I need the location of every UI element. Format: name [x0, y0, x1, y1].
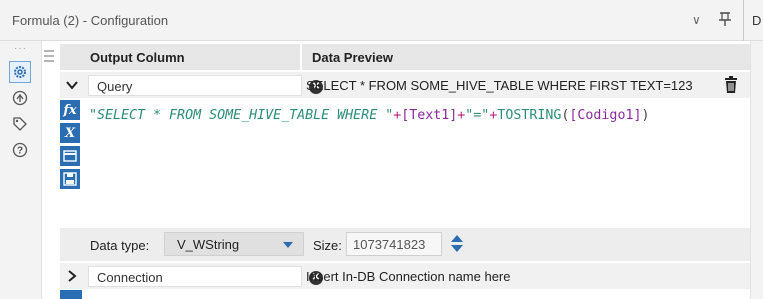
vertical-scrollbar[interactable] [750, 41, 763, 299]
header-data-preview: Data Preview [312, 50, 393, 65]
dropdown-arrow-icon[interactable] [283, 242, 293, 248]
header-divider [300, 44, 302, 70]
data-type-bar: Data type: V_WString Size: 1073741823 [60, 228, 750, 261]
expr-field-reference: [Codigo1] [569, 108, 642, 123]
output-column-name-value: Connection [97, 270, 163, 285]
gear-icon[interactable] [9, 61, 31, 83]
expression-text[interactable]: "SELECT * FROM SOME_HIVE_TABLE WHERE "+[… [89, 108, 649, 123]
save-icon[interactable] [60, 169, 80, 189]
expand-chevron-icon[interactable] [60, 263, 84, 289]
size-input[interactable]: 1073741823 [346, 232, 442, 256]
stepper-down-icon[interactable] [451, 245, 463, 252]
title-divider [743, 0, 744, 41]
config-sidebar: ··· ? [0, 41, 42, 299]
stepper-up-icon[interactable] [451, 235, 463, 242]
expr-paren: ) [641, 108, 650, 123]
trash-icon[interactable] [724, 76, 738, 97]
table-row[interactable]: Connection ✕ Insert In-DB Connection nam… [60, 263, 750, 289]
expression-editor[interactable]: fx X "SELECT * FROM SOME_HIVE_TABLE WHER… [60, 98, 750, 228]
data-type-dropdown[interactable]: V_WString [164, 232, 304, 256]
title-bar: Formula (2) - Configuration ∨ D [0, 0, 763, 41]
sidebar-grip: ··· [14, 43, 27, 54]
header-output-column: Output Column [90, 50, 185, 65]
help-icon[interactable]: ? [9, 139, 31, 161]
output-column-name-input[interactable]: Connection ✕ [88, 266, 323, 287]
expr-field-reference: [Text1] [401, 108, 458, 123]
data-type-label: Data type: [90, 238, 150, 253]
tag-icon[interactable] [9, 113, 31, 135]
data-type-value: V_WString [177, 237, 240, 252]
size-stepper[interactable] [446, 233, 468, 255]
data-preview-value: Insert In-DB Connection name here [306, 269, 511, 284]
size-value: 1073741823 [353, 237, 426, 252]
pin-icon[interactable] [718, 11, 732, 31]
table-header: Output Column Data Preview [60, 44, 750, 70]
variable-icon[interactable]: X [60, 123, 80, 143]
table-icon[interactable] [60, 146, 80, 166]
next-row-toolbar-stub [60, 290, 82, 299]
adjacent-panel-label: D [752, 13, 762, 28]
size-label: Size: [313, 238, 342, 253]
expr-string-literal: "=" [465, 108, 490, 123]
function-icon[interactable]: fx [60, 100, 80, 120]
expr-string-literal: "SELECT * FROM SOME_HIVE_TABLE WHERE " [89, 108, 394, 123]
chevron-down-icon[interactable]: ∨ [692, 13, 701, 27]
output-column-name-value: Query [97, 79, 133, 94]
output-column-name-input[interactable]: Query ✕ [88, 75, 323, 96]
svg-text:?: ? [17, 146, 23, 157]
anchor-icon[interactable] [9, 87, 31, 109]
expr-function-name: TOSTRING [497, 108, 562, 123]
table-row[interactable]: Query ✕ SELECT * FROM SOME_HIVE_TABLE WH… [60, 72, 750, 98]
collapse-chevron-icon[interactable] [60, 72, 84, 98]
data-preview-value: SELECT * FROM SOME_HIVE_TABLE WHERE FIRS… [306, 78, 693, 93]
editor-toolbar: fx X [60, 98, 82, 192]
window-title: Formula (2) - Configuration [12, 13, 169, 28]
drag-handle[interactable] [44, 50, 54, 65]
